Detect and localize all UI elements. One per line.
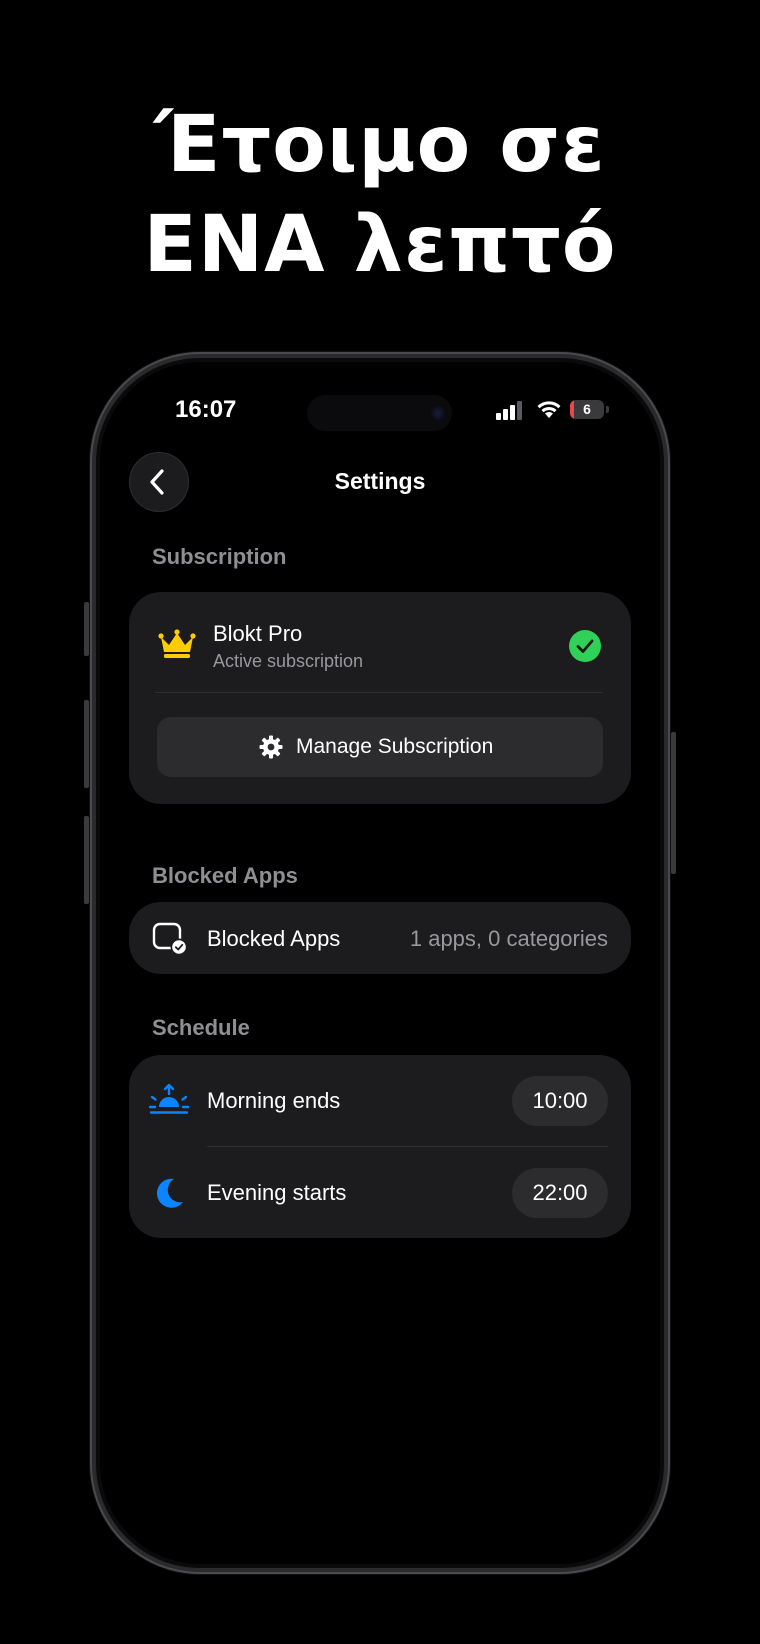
page-title: Settings	[334, 468, 426, 494]
blocked-apps-count: 1 apps, 0 categories	[409, 926, 608, 951]
morning-ends-label: Morning ends	[207, 1088, 341, 1113]
app-checked-icon	[152, 922, 188, 956]
battery-icon: 6	[570, 400, 604, 419]
back-button[interactable]	[129, 452, 189, 512]
front-camera-icon	[430, 405, 446, 421]
schedule-section-label: Schedule	[152, 1015, 250, 1040]
sunrise-icon	[149, 1083, 189, 1114]
manage-subscription-label: Manage Subscription	[296, 735, 494, 758]
active-check-icon	[569, 630, 601, 662]
headline-line-1: Έτοιμο σε	[154, 100, 606, 190]
blocked-apps-label: Blocked Apps	[207, 926, 341, 951]
power-button	[671, 732, 676, 874]
volume-up-button	[84, 700, 89, 788]
battery-level: 6	[583, 401, 591, 417]
plan-status: Active subscription	[213, 651, 364, 671]
gear-icon	[259, 735, 283, 759]
headline: Έτοιμο σε ΕΝΑ λεπτό	[0, 95, 760, 295]
subscription-section-label: Subscription	[152, 544, 287, 569]
subscription-divider	[155, 692, 603, 693]
blocked-apps-section-label: Blocked Apps	[152, 863, 298, 888]
morning-ends-time[interactable]: 10:00	[512, 1076, 608, 1126]
headline-line-2: ΕΝΑ λεπτό	[143, 200, 617, 290]
action-button	[84, 602, 89, 656]
evening-starts-label: Evening starts	[207, 1180, 347, 1205]
status-time: 16:07	[175, 396, 237, 423]
cellular-signal-icon	[496, 398, 526, 420]
plan-name: Blokt Pro	[213, 621, 303, 646]
crown-icon	[158, 629, 196, 658]
chevron-left-icon	[150, 469, 164, 495]
battery-tip	[606, 406, 609, 413]
wifi-icon	[537, 401, 561, 418]
evening-starts-time[interactable]: 22:00	[512, 1168, 608, 1218]
schedule-divider	[207, 1146, 608, 1147]
volume-down-button	[84, 816, 89, 904]
manage-subscription-button[interactable]: Manage Subscription	[157, 717, 603, 777]
moon-icon	[156, 1178, 183, 1208]
